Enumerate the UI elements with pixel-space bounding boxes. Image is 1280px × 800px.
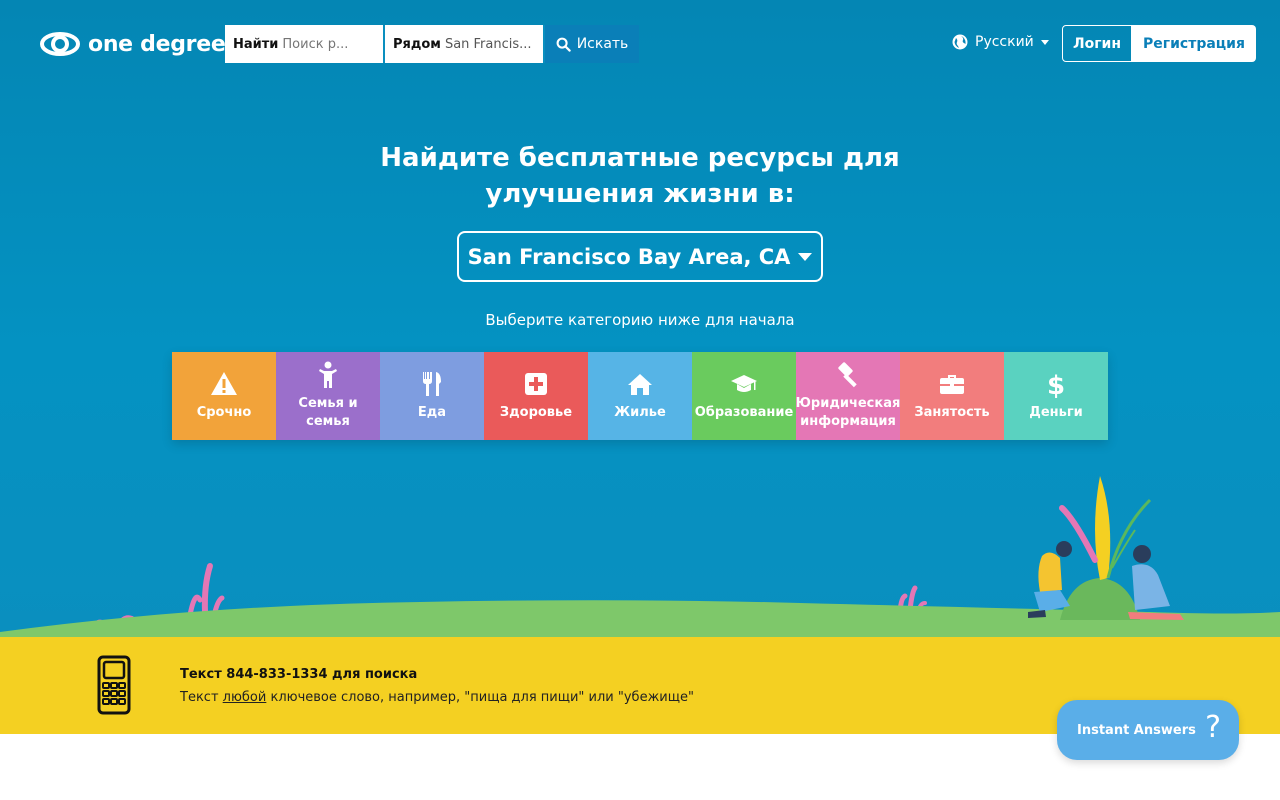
dollar-icon: $ xyxy=(1047,371,1065,398)
landscape-illustration xyxy=(0,476,1280,637)
category-label: Занятость xyxy=(914,405,990,420)
category-label: Образование xyxy=(694,405,794,420)
svg-text:$: $ xyxy=(1047,371,1065,398)
category-health[interactable]: Здоровье xyxy=(484,352,588,440)
child-icon xyxy=(319,361,337,388)
language-label: Русский xyxy=(975,34,1034,50)
briefcase-icon xyxy=(940,375,964,394)
category-label: Юридическая информация xyxy=(795,396,901,429)
sms-desc-suffix: ключевое слово, например, "пища для пищи… xyxy=(266,690,694,705)
sms-description: Текст любой ключевое слово, например, "п… xyxy=(180,690,694,705)
hero-section: one degree Найти Рядом Искать Русский Л xyxy=(0,0,1280,637)
globe-icon xyxy=(952,34,968,50)
category-label: Деньги xyxy=(1029,405,1083,420)
instant-answers-label: Instant Answers xyxy=(1077,722,1196,738)
language-selector[interactable]: Русский xyxy=(952,34,1049,50)
category-label: Срочно xyxy=(196,405,252,420)
near-label: Рядом xyxy=(393,36,441,52)
search-bar: Найти Рядом Искать xyxy=(225,25,639,63)
register-button[interactable]: Регистрация xyxy=(1132,25,1256,62)
category-education[interactable]: Образование xyxy=(692,352,796,440)
category-housing[interactable]: Жилье xyxy=(588,352,692,440)
near-field[interactable]: Рядом xyxy=(385,25,545,63)
logo[interactable]: one degree xyxy=(40,27,226,61)
page-title: Найдите бесплатные ресурсы для улучшения… xyxy=(340,140,940,212)
login-button[interactable]: Логин xyxy=(1062,25,1133,62)
warning-icon xyxy=(211,372,237,395)
subtitle: Выберите категорию ниже для начала xyxy=(485,311,795,329)
find-label: Найти xyxy=(233,36,279,52)
category-urgent[interactable]: Срочно xyxy=(172,352,276,440)
near-input[interactable] xyxy=(444,36,535,52)
location-label: San Francisco Bay Area, CA xyxy=(467,244,791,269)
category-employment[interactable]: Занятость xyxy=(900,352,1004,440)
logo-icon xyxy=(40,32,80,56)
graduation-cap-icon xyxy=(731,375,757,392)
category-label: Здоровье xyxy=(499,405,573,420)
utensils-icon xyxy=(423,372,441,396)
medical-icon xyxy=(525,373,547,395)
chevron-down-icon xyxy=(798,252,813,261)
category-label: Семья и семья xyxy=(298,396,358,429)
find-field[interactable]: Найти xyxy=(225,25,385,63)
home-icon xyxy=(628,374,652,395)
category-money[interactable]: $ Деньги xyxy=(1004,352,1108,440)
sms-title: Текст 844-833-1334 для поиска xyxy=(180,667,418,682)
category-bar: Срочно Семья и семья Еда Здоровье Жилье … xyxy=(172,352,1108,440)
gavel-icon xyxy=(838,362,857,388)
search-button[interactable]: Искать xyxy=(545,25,639,63)
sms-desc-prefix: Текст xyxy=(180,690,223,705)
sms-desc-link[interactable]: любой xyxy=(223,690,267,705)
search-button-label: Искать xyxy=(576,36,629,52)
category-label: Еда xyxy=(417,405,447,420)
find-input[interactable] xyxy=(282,36,375,52)
headline-line-1: Найдите бесплатные ресурсы для xyxy=(380,143,900,173)
category-family[interactable]: Семья и семья xyxy=(276,352,380,440)
auth-buttons: Логин Регистрация xyxy=(1062,25,1256,62)
category-food[interactable]: Еда xyxy=(380,352,484,440)
chevron-down-icon xyxy=(1040,39,1049,45)
search-icon xyxy=(556,37,571,52)
category-label: Жилье xyxy=(614,405,666,420)
category-legal[interactable]: Юридическая информация xyxy=(796,352,900,440)
instant-answers-button[interactable]: Instant Answers ? xyxy=(1057,700,1239,760)
headline-line-2: улучшения жизни в: xyxy=(485,179,795,209)
question-icon: ? xyxy=(1205,710,1221,745)
logo-text: one degree xyxy=(88,31,226,57)
location-selector[interactable]: San Francisco Bay Area, CA xyxy=(457,231,823,282)
phone-icon xyxy=(97,655,131,715)
